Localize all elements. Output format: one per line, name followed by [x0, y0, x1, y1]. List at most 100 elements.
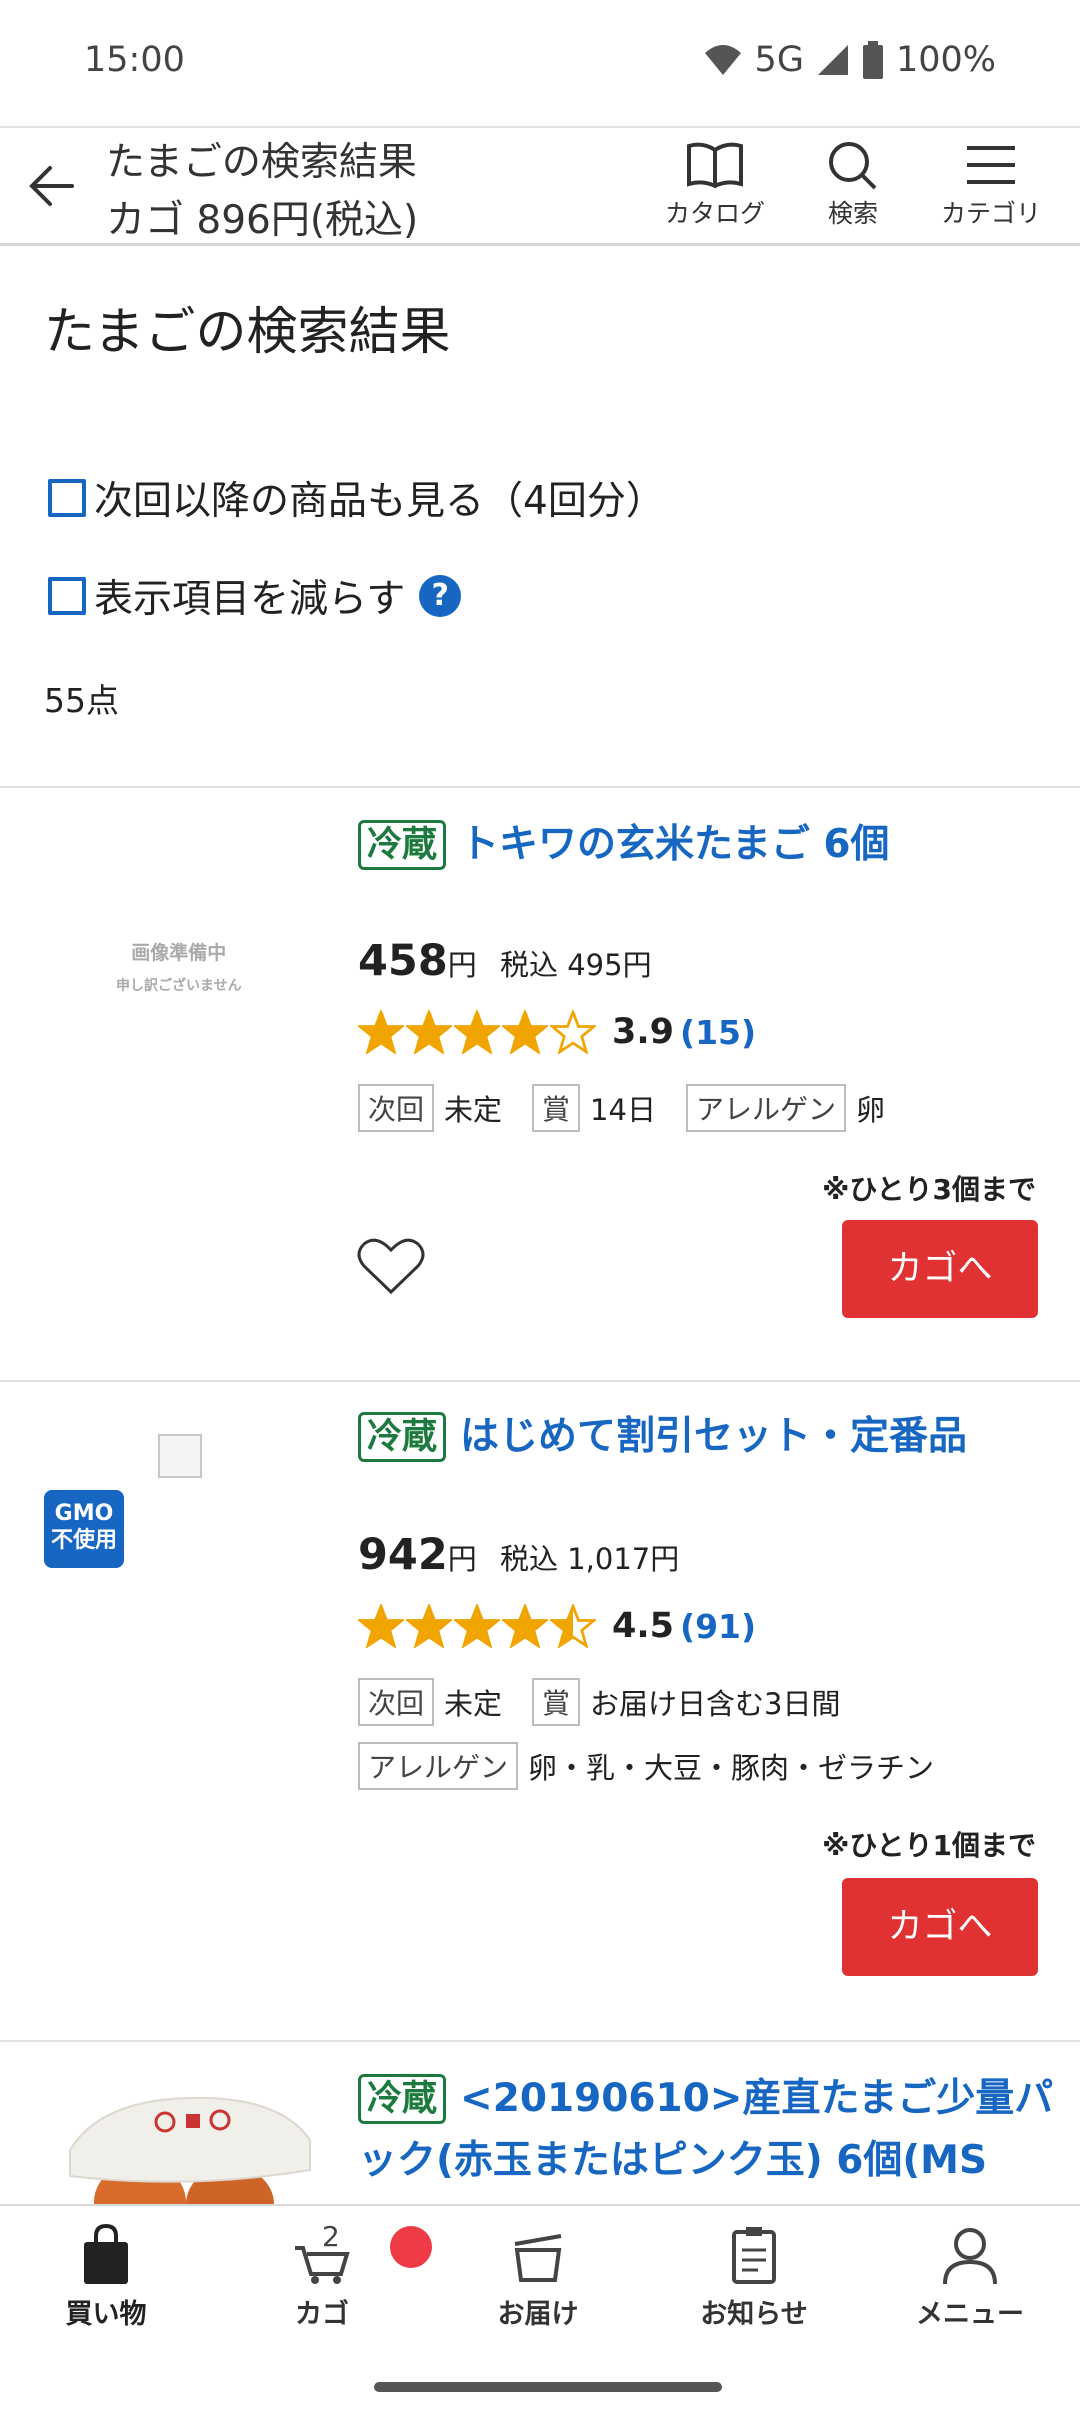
chilled-tag: 冷蔵 [358, 2073, 447, 2124]
product-card: GMO 不使用 冷蔵 はじめて割引セット・定番品 942円 税込 1,017円 4… [0, 1382, 1080, 2040]
review-count-link[interactable]: (15) [680, 1013, 756, 1052]
product-image[interactable] [158, 1434, 202, 1478]
divider [0, 2040, 1080, 2042]
shopping-bag-icon [84, 2224, 128, 2284]
back-arrow-icon[interactable] [22, 156, 82, 216]
price: 458円 税込 495円 [358, 936, 652, 986]
image-placeholder: 画像準備中 申し訳ございません [116, 938, 242, 995]
category-label: カテゴリ [940, 199, 1041, 228]
star-rating [358, 1604, 596, 1648]
expiry-label: 賞 [532, 1678, 581, 1726]
expiry-value: 14日 [590, 1093, 656, 1127]
chilled-tag: 冷蔵 [358, 1411, 447, 1462]
nav-cart-label: カゴ [295, 2299, 349, 2330]
price-unit: 円 [447, 948, 477, 982]
search-icon [829, 142, 877, 190]
product-name-link[interactable]: 冷蔵 トキワの玄米たまご 6個 [358, 812, 1038, 876]
menu-icon [967, 146, 1015, 184]
add-to-cart-button[interactable]: カゴへ [842, 1220, 1038, 1318]
expiry-value: お届け日含む3日間 [590, 1687, 841, 1721]
rating: 4.5 (91) [358, 1604, 756, 1648]
tax-price: 税込 495円 [500, 948, 652, 982]
status-icons: 5G 100% [703, 40, 996, 80]
product-name: はじめて割引セット・定番品 [460, 1413, 968, 1459]
price-value: 942 [358, 1530, 448, 1580]
product-name-line2: ック(赤玉またはピンク玉) 6個(MS [358, 2137, 988, 2183]
favorite-heart-icon[interactable] [356, 1234, 426, 1298]
nav-menu[interactable]: メニュー [880, 2224, 1060, 2331]
notification-dot [390, 2226, 432, 2268]
option-reduce-items-label: 表示項目を減らす [94, 577, 406, 622]
star-icon [406, 1010, 452, 1054]
next-value: 未定 [444, 1687, 503, 1721]
gmo-badge-line1: GMO [54, 1501, 114, 1526]
product-card: 画像準備中 申し訳ございません 冷蔵 トキワの玄米たまご 6個 458円 税込 4… [0, 788, 1080, 1380]
signal-icon [817, 45, 848, 75]
tax-price: 税込 1,017円 [500, 1542, 680, 1576]
product-name-link[interactable]: 冷蔵 はじめて割引セット・定番品 [358, 1404, 1058, 1468]
price: 942円 税込 1,017円 [358, 1530, 679, 1580]
nav-shopping[interactable]: 買い物 [16, 2224, 196, 2331]
category-button[interactable]: カテゴリ [926, 140, 1056, 240]
review-count-link[interactable]: (91) [680, 1607, 756, 1646]
status-time: 15:00 [84, 40, 185, 80]
next-value: 未定 [444, 1093, 503, 1127]
star-icon [550, 1604, 596, 1648]
image-placeholder-title: 画像準備中 [131, 942, 227, 964]
rating: 3.9 (15) [358, 1010, 756, 1054]
product-name-line1: <20190610>産直たまご少量パ [460, 2075, 1054, 2121]
star-icon [502, 1604, 548, 1648]
star-icon [502, 1010, 548, 1054]
nav-delivery[interactable]: お届け [448, 2224, 628, 2331]
purchase-limit: ※ひとり3個まで [822, 1173, 1036, 1206]
star-rating [358, 1010, 596, 1054]
option-show-future[interactable]: 次回以降の商品も見る（4回分） [48, 470, 665, 526]
next-label: 次回 [358, 1084, 435, 1132]
star-icon [454, 1010, 500, 1054]
star-icon [406, 1604, 452, 1648]
result-count: 55点 [44, 681, 119, 720]
star-icon [358, 1010, 404, 1054]
nav-notices-label: お知らせ [700, 2299, 808, 2330]
price-value: 458 [358, 936, 448, 986]
page-title: たまごの検索結果 [44, 303, 451, 362]
cart-count-badge: 2 [322, 2220, 340, 2253]
network-type: 5G [754, 40, 804, 80]
meta-row: 次回 未定 賞 14日 アレルゲン 卵 [358, 1084, 905, 1132]
product-name: トキワの玄米たまご 6個 [460, 821, 890, 867]
home-indicator[interactable] [374, 2382, 722, 2392]
bottom-nav: 買い物 カゴ 2 お届け お知らせ メニュー [0, 2204, 1080, 2412]
book-icon [687, 142, 743, 189]
option-show-future-label: 次回以降の商品も見る（4回分） [94, 479, 665, 524]
checkbox-show-future[interactable] [48, 479, 86, 517]
person-icon [943, 2228, 997, 2285]
header-title: たまごの検索結果 [106, 140, 417, 185]
add-to-cart-button[interactable]: カゴへ [842, 1878, 1038, 1976]
purchase-limit: ※ひとり1個まで [822, 1829, 1036, 1862]
star-icon [358, 1604, 404, 1648]
nav-notices[interactable]: お知らせ [664, 2224, 844, 2331]
rating-score: 4.5 [612, 1606, 675, 1646]
app-header: たまごの検索結果 カゴ 896円(税込) カタログ 検索 カテゴリ [0, 126, 1080, 246]
box-icon [514, 2234, 562, 2282]
help-icon[interactable]: ? [419, 575, 462, 617]
checkbox-reduce-items[interactable] [48, 577, 86, 615]
product-image[interactable] [60, 2080, 320, 2210]
star-icon [550, 1010, 596, 1054]
header-cart-summary[interactable]: カゴ 896円(税込) [106, 192, 418, 250]
option-reduce-items[interactable]: 表示項目を減らす ? [48, 568, 462, 624]
header-titles: たまごの検索結果 カゴ 896円(税込) [106, 134, 418, 250]
clipboard-icon [732, 2227, 776, 2284]
allergen-label: アレルゲン [358, 1742, 519, 1790]
product-name-link[interactable]: 冷蔵 <20190610>産直たまご少量パ ック(赤玉またはピンク玉) 6個(MS [358, 2066, 1058, 2192]
nav-delivery-label: お届け [497, 2299, 579, 2330]
search-label: 検索 [827, 199, 878, 228]
image-placeholder-subtitle: 申し訳ございません [116, 978, 242, 994]
gmo-badge-line2: 不使用 [50, 1528, 117, 1553]
allergen-value: 卵・乳・大豆・豚肉・ゼラチン [528, 1751, 935, 1785]
status-bar: 15:00 5G 100% [0, 0, 1080, 126]
search-button[interactable]: 検索 [788, 140, 918, 240]
star-icon [454, 1604, 500, 1648]
catalog-button[interactable]: カタログ [650, 140, 780, 240]
nav-menu-label: メニュー [916, 2299, 1024, 2330]
